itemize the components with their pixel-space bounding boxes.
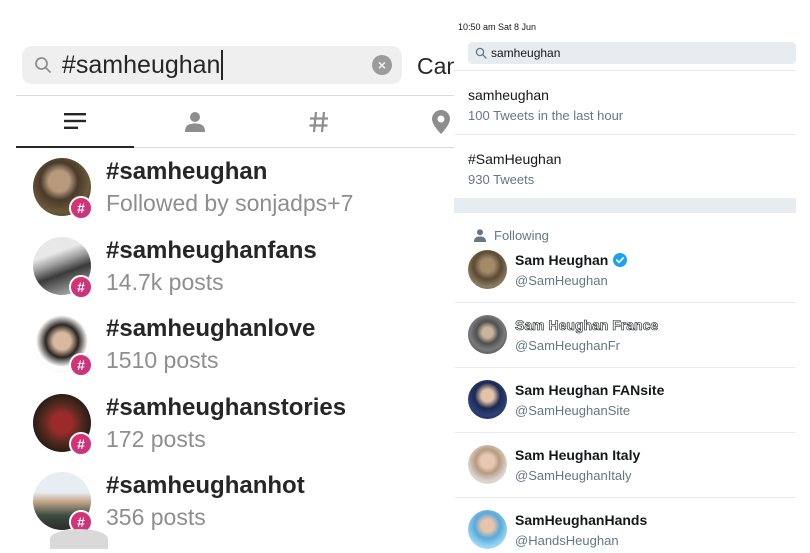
hashtag-subtitle: Followed by sonjadps+7 [106,190,354,216]
status-bar: 10:50 am Sat 8 Jun [458,22,537,32]
search-query-text: samheughan [491,46,561,60]
user-result[interactable]: Sam Heughan @SamHeughan [454,238,796,303]
tab-people[interactable] [136,96,254,148]
suggestion-title: samheughan [468,87,549,103]
hashtag-name: #samheughanlove [106,315,316,342]
section-separator [454,199,796,213]
user-handle: @HandsHeughan [515,533,619,548]
user-result[interactable]: Sam Heughan Italy @SamHeughanItaly [454,433,796,498]
search-query-text: #samheughan [62,51,221,79]
hashtag-subtitle: 356 posts [106,504,206,530]
tab-places[interactable] [382,96,454,148]
hashtag-badge-icon: # [69,274,93,299]
avatar [468,380,507,419]
user-result[interactable]: SamHeughanHands @HandsHeughan [454,498,796,553]
user-handle: @SamHeughan [515,273,608,288]
verified-badge-icon [613,253,628,267]
user-handle: @SamHeughanSite [515,403,631,418]
list-item[interactable]: # #samheughan Followed by sonjadps+7 [16,156,454,235]
user-result[interactable]: Sam Heughan France @SamHeughanFr [454,303,796,368]
search-icon [35,57,51,73]
cancel-button[interactable]: Can [417,53,454,80]
user-name: Sam Heughan France [515,317,659,334]
people-icon [185,112,205,132]
suggestion-title: #SamHeughan [468,151,562,167]
hashtag-badge-icon: # [69,353,93,377]
search-input[interactable]: #samheughan × [22,46,402,84]
hashtag-icon [309,111,328,133]
user-name: Sam Heughan [515,252,609,268]
search-suggestion[interactable]: samheughan 100 Tweets in the last hour [454,71,796,135]
hashtag-subtitle: 14.7k posts [106,268,224,295]
avatar [468,315,507,354]
search-icon [475,47,487,59]
hashtag-name: #samheughanhot [106,472,305,499]
suggestion-subtitle: 100 Tweets in the last hour [468,108,624,123]
user-name: Sam Heughan Italy [515,447,641,463]
user-name: Sam Heughan FANsite [515,382,665,398]
user-handle: @SamHeughanFr [515,338,620,353]
suggestion-subtitle: 930 Tweets [468,172,535,187]
user-result[interactable]: Sam Heughan FANsite @SamHeughanSite [454,368,796,433]
hashtag-badge-icon: # [69,431,93,456]
tab-tags[interactable] [260,96,378,148]
location-pin-icon [432,110,450,134]
search-input[interactable]: samheughan [468,42,796,64]
user-name: SamHeughanHands [515,512,648,528]
search-suggestion[interactable]: #SamHeughan 930 Tweets [454,135,796,199]
list-item-partial [50,529,108,549]
avatar [468,250,507,289]
list-item[interactable]: # #samheughanfans 14.7k posts [16,235,454,314]
search-header: #samheughan × Can [16,20,454,96]
hashtag-badge-icon: # [69,196,93,220]
top-icon [64,113,86,129]
hashtag-subtitle: 172 posts [106,425,206,452]
avatar [468,445,507,484]
tab-top[interactable] [16,96,134,148]
hashtag-results-list: # #samheughan Followed by sonjadps+7 # #… [16,156,454,549]
list-item[interactable]: # #samheughanlove 1510 posts [16,313,454,392]
twitter-search-panel: 10:50 am Sat 8 Jun samheughan samheughan… [454,14,796,553]
hashtag-name: #samheughanstories [106,393,347,421]
list-item[interactable]: # #samheughanstories 172 posts [16,392,454,471]
hashtag-name: #samheughanfans [106,236,317,264]
avatar [468,510,507,549]
user-handle: @SamHeughanItaly [515,468,632,483]
instagram-search-panel: #samheughan × Can # #samheughan Followed… [16,20,454,553]
hashtag-name: #samheughan [106,158,268,185]
hashtag-subtitle: 1510 posts [106,347,219,373]
clear-icon[interactable]: × [372,55,392,75]
result-tabs [16,96,454,148]
text-cursor [221,49,224,80]
